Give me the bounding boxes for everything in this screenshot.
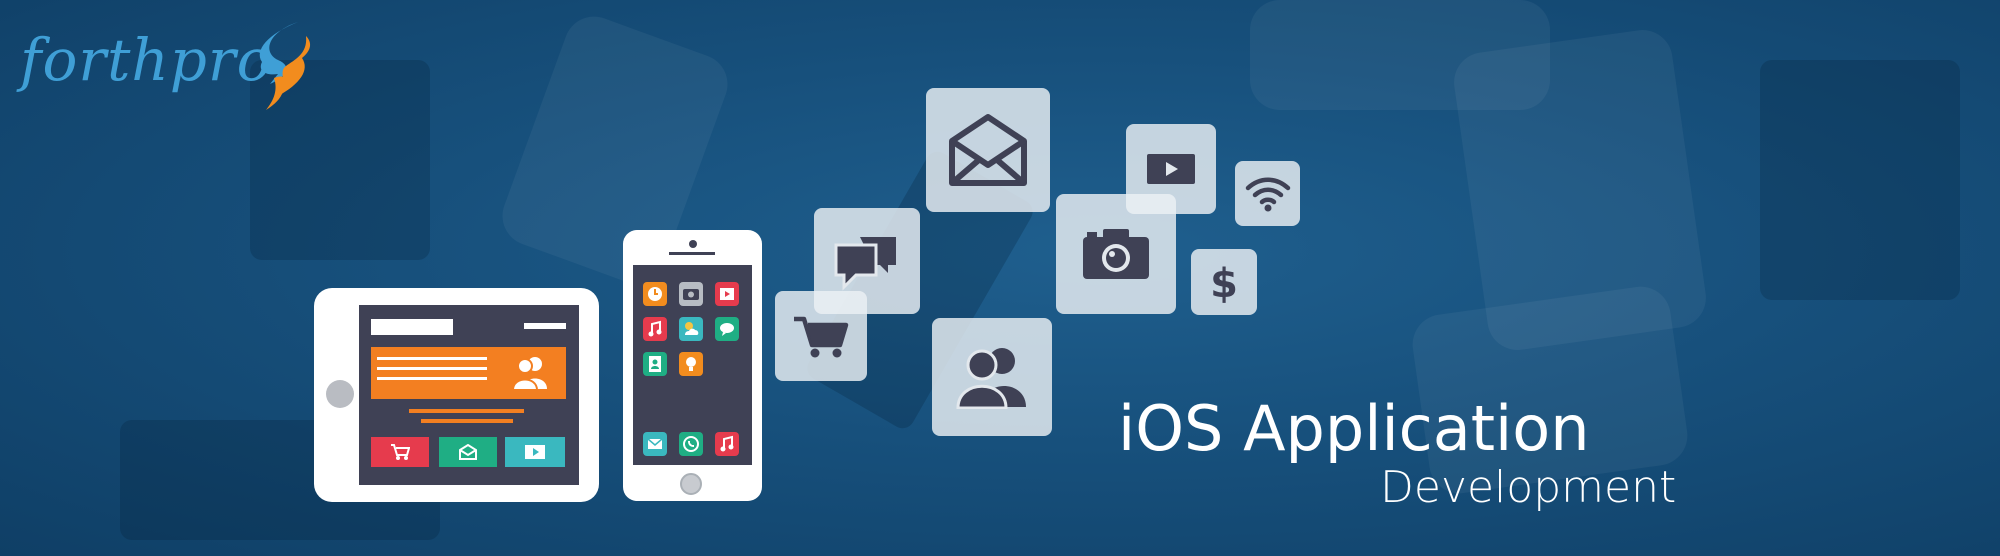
camera-tile [1056, 194, 1176, 314]
contacts-app-icon [643, 352, 667, 376]
s-swirl-logo-icon [259, 22, 311, 110]
envelope-tile [926, 88, 1050, 212]
camera-app-icon [679, 282, 703, 306]
dollar-tile: $ [1191, 249, 1257, 315]
wifi-icon [1245, 177, 1290, 211]
phone-camera-dot [689, 240, 697, 248]
music-dock-icon [715, 432, 739, 456]
screen-text-line [421, 419, 513, 423]
video-app-icon [715, 282, 739, 306]
clock-app-icon [643, 282, 667, 306]
tablet-device [314, 288, 599, 502]
screen-banner [371, 347, 566, 399]
video-app-tile [505, 437, 565, 467]
ios-app-banner: forthpro $ iOS Application Development [0, 0, 2000, 556]
headline-title: iOS Application [1118, 392, 1590, 465]
users-icon [511, 357, 547, 391]
mail-dock-icon [643, 432, 667, 456]
chat-bubbles-icon [834, 237, 896, 291]
envelope-icon [459, 444, 477, 460]
svg-text:$: $ [1210, 261, 1238, 305]
video-play-icon [525, 445, 545, 459]
screen-text-line [409, 409, 524, 413]
dollar-icon: $ [1210, 261, 1238, 305]
tablet-home-button [326, 380, 354, 408]
video-play-icon [1147, 154, 1195, 184]
phone-speaker [669, 252, 715, 255]
shopping-cart-icon [794, 316, 849, 358]
idea-app-icon [679, 352, 703, 376]
phone-home-button [680, 473, 702, 495]
screen-header-bar [371, 319, 453, 335]
tablet-screen [359, 305, 579, 485]
envelope-icon [949, 114, 1027, 186]
users-tile [932, 318, 1052, 436]
cart-app-tile [371, 437, 429, 467]
forthpro-logo[interactable]: forthpro [20, 14, 311, 114]
logo-text: forthpro [20, 26, 273, 94]
camera-icon [1083, 229, 1149, 279]
phone-dock-icon [679, 432, 703, 456]
screen-header-line [524, 323, 566, 329]
music-app-icon [643, 317, 667, 341]
phone-screen [633, 265, 752, 465]
messages-app-icon [715, 317, 739, 341]
headline-subtitle: Development [1380, 462, 1677, 513]
shopping-cart-icon [391, 444, 410, 460]
phone-device [623, 230, 762, 501]
weather-app-icon [679, 317, 703, 341]
cart-tile [775, 291, 867, 381]
mail-app-tile [439, 437, 497, 467]
background-blur-shape [1760, 60, 1960, 300]
wifi-tile [1235, 161, 1300, 226]
users-icon [956, 348, 1026, 409]
